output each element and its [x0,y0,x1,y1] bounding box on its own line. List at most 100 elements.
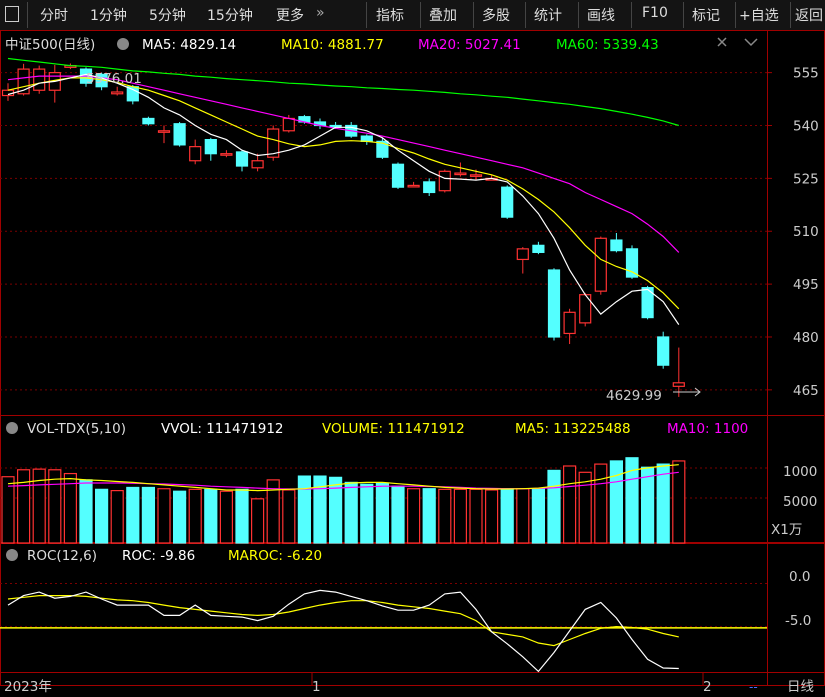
volume-bar [219,490,233,544]
candle-body [407,184,420,188]
volume-bar [48,469,62,544]
volume-bar [438,488,452,544]
volume-settings-icon[interactable] [6,422,18,434]
multi-stock-button[interactable]: 多股 [482,5,510,25]
candle-body [610,239,623,252]
volume-bar [594,463,608,544]
toolbar-divider [420,2,421,28]
high-price-label: 5576.01 [86,71,142,87]
candle-body [438,170,451,192]
toolbar-divider [735,2,736,28]
candlestick-series [1,63,685,397]
volume-bar [235,488,249,544]
volume-bar [17,469,31,544]
add-watchlist-button[interactable]: +自选 [739,5,779,25]
candle-body [376,140,389,158]
settings-toggle-icon[interactable] [117,38,129,50]
volume-bar [360,483,374,544]
tab-more[interactable]: 更多 [276,5,304,25]
volume-unit-label: X1万 [771,522,802,538]
y-tick-label: 465 [793,383,819,399]
x-label-month-1: 1 [312,679,321,695]
roc-lines [7,589,679,673]
y-tick-label: 495 [793,277,819,293]
volume-bar [640,466,655,544]
candle-body [33,68,46,91]
toolbar-divider [631,2,632,28]
vvol-readout: VVOL: 111471912 [161,421,284,437]
volume-ma-lines [7,464,679,492]
toolbar-divider [578,2,579,28]
volume-bar [204,488,218,544]
volume-bar [422,488,436,544]
overlay-button[interactable]: 叠加 [429,5,457,25]
candle-body [173,123,186,146]
candle-body [189,146,202,162]
roc-settings-icon[interactable] [6,549,18,561]
volume-bar [141,486,155,544]
draw-line-button[interactable]: 画线 [587,5,615,25]
main-y-axis: 555 540 525 510 495 480 465 [767,66,819,399]
toolbar-divider [790,2,791,28]
roc-title: ROC(12,6) [27,548,97,564]
candle-body [235,151,249,167]
toolbar-divider [366,2,367,28]
chart-frames [0,30,825,686]
stock-chart[interactable]: 中证500(日线) MA5: 4829.14 MA10: 4881.77 MA2… [0,30,825,697]
ma5-readout: MA5: 4829.14 [142,37,236,53]
candle-body [111,91,124,95]
ma10-readout: MA10: 4881.77 [281,37,384,53]
volume-title: VOL-TDX(5,10) [27,421,126,437]
expand-icon[interactable] [717,37,727,47]
volume-bar [94,488,109,544]
volume-bar [1,476,15,544]
candle-body [532,244,545,253]
volume-bar [391,485,405,544]
candle-body [423,181,436,194]
candle-body [126,86,139,102]
tab-1min[interactable]: 1分钟 [90,5,127,25]
volume-bar [173,490,187,544]
chevron-right-icon[interactable]: » [316,5,325,21]
volume-bar [485,489,499,544]
candle-body [516,248,529,261]
mark-button[interactable]: 标记 [692,5,720,25]
tab-5min[interactable]: 5分钟 [149,5,186,25]
moving-average-lines [7,57,680,325]
toolbar-divider [683,2,684,28]
layout-icon[interactable] [5,6,19,22]
volume-bar [453,488,467,544]
y-tick-label: 555 [793,66,819,82]
volume-header: VOL-TDX(5,10) VVOL: 111471912 VOLUME: 11… [6,421,748,437]
volume-bar [297,475,311,544]
toolbar-divider [525,2,526,28]
volume-readout: VOLUME: 111471912 [322,421,465,437]
candle-body [282,117,295,132]
candle-body [157,130,171,133]
toolbar: 分时 1分钟 5分钟 15分钟 更多 » 指标 叠加 多股 统计 画线 F10 … [0,0,825,31]
volume-bar [375,482,389,544]
candle-body [657,336,670,366]
tab-15min[interactable]: 15分钟 [207,5,253,25]
candle-body [360,135,373,142]
volume-bar [609,460,624,544]
candle-body [563,311,576,335]
back-button[interactable]: 返回 [795,5,823,25]
ma60-line [7,57,679,127]
outer-frame [0,30,825,686]
volume-bar [251,498,265,544]
ma10-line [7,77,680,310]
period-label[interactable]: 日线 [787,679,814,695]
roc-tick-minus5: -5.0 [785,613,811,629]
statistics-button[interactable]: 统计 [534,5,562,25]
y-tick-label: 480 [793,330,819,346]
indicator-button[interactable]: 指标 [376,5,404,25]
x-label-year: 2023年 [4,679,52,695]
f10-button[interactable]: F10 [642,5,668,21]
volume-bar [531,488,546,544]
tab-timeshare[interactable]: 分时 [40,5,68,25]
y-tick-label: 510 [793,224,819,240]
maroc-readout: MAROC: -6.20 [228,548,322,564]
close-icon[interactable] [744,38,758,47]
volume-bar [110,490,124,544]
